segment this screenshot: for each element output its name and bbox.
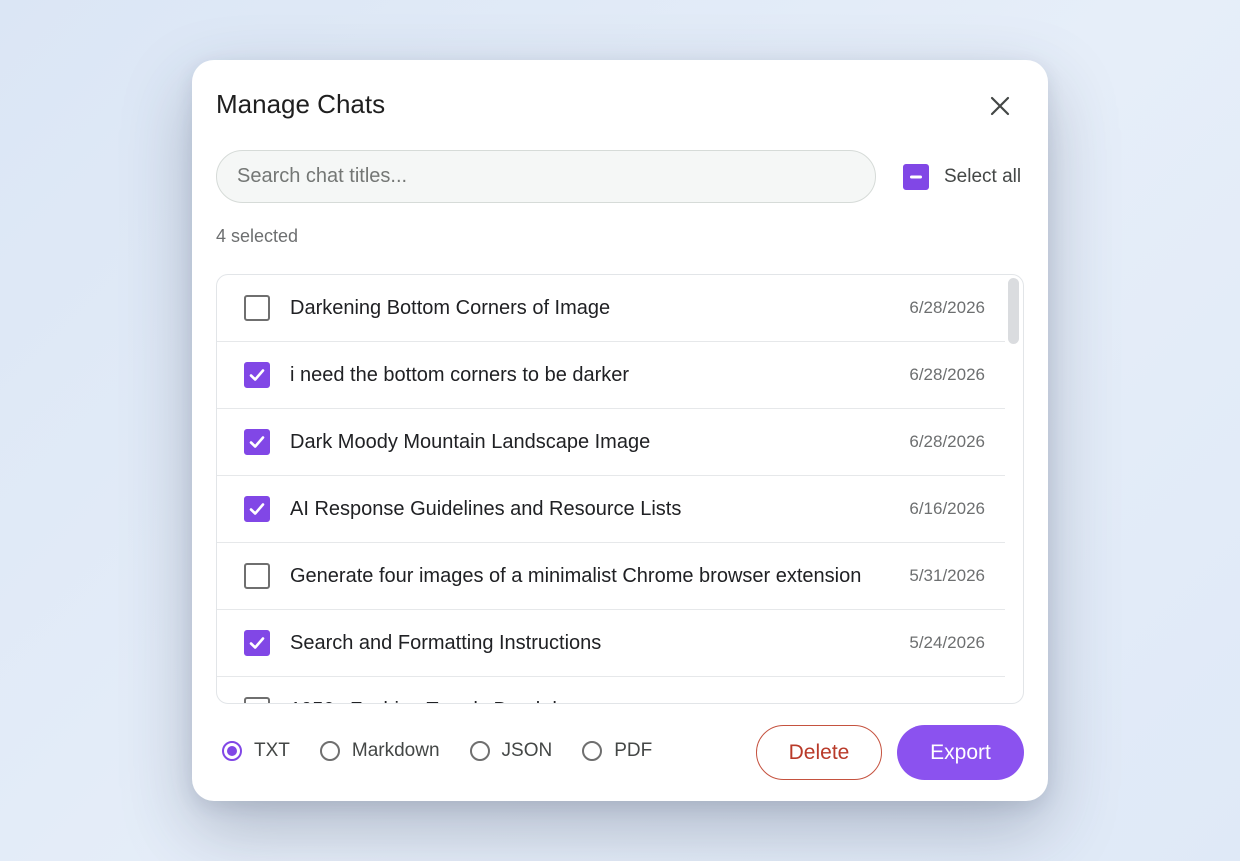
manage-chats-dialog: Manage Chats Select all 4 selected Darke… xyxy=(192,60,1048,801)
delete-button[interactable]: Delete xyxy=(756,725,882,780)
check-icon xyxy=(249,503,265,515)
chat-row-title: i need the bottom corners to be darker xyxy=(290,363,630,386)
indeterminate-icon xyxy=(910,175,922,179)
chat-row[interactable]: AI Response Guidelines and Resource List… xyxy=(217,476,1005,543)
format-radio[interactable] xyxy=(222,741,242,761)
chat-row[interactable]: i need the bottom corners to be darker 6/… xyxy=(217,342,1005,409)
format-label: Markdown xyxy=(351,740,440,761)
chat-row-title: Dark Moody Mountain Landscape Image xyxy=(290,430,651,453)
format-label: JSON xyxy=(501,740,553,761)
chat-row[interactable]: Generate four images of a minimalist Chr… xyxy=(217,543,1005,610)
chat-row-date: 6/28/2026 xyxy=(909,365,985,384)
format-label: TXT xyxy=(254,740,290,761)
format-option-pdf[interactable]: PDF xyxy=(582,740,652,762)
chat-row-date: 5/24/2026 xyxy=(909,633,985,652)
format-radio[interactable] xyxy=(319,741,340,761)
chat-row[interactable]: Darkening Bottom Corners of Image 6/28/20… xyxy=(217,275,1005,342)
chat-row-title: 1950s Fashion Trends Breakdown xyxy=(290,699,886,704)
list-scrollbar[interactable] xyxy=(1008,278,1019,344)
chat-row-checkbox[interactable] xyxy=(244,630,270,656)
format-label: PDF xyxy=(614,740,653,761)
format-option-markdown[interactable]: Markdown xyxy=(319,740,440,762)
chat-row-checkbox[interactable] xyxy=(244,697,270,703)
chat-row[interactable]: Search and Formatting Instructions 5/24/2… xyxy=(217,610,1005,677)
close-button[interactable] xyxy=(982,88,1018,124)
format-radio[interactable] xyxy=(582,741,603,761)
chat-row-date: 6/16/2026 xyxy=(909,499,985,518)
chat-row-checkbox[interactable] xyxy=(244,362,270,388)
chat-list[interactable]: Darkening Bottom Corners of Image 6/28/20… xyxy=(216,274,1024,704)
check-icon xyxy=(249,436,265,448)
chat-row-checkbox[interactable] xyxy=(244,295,270,321)
chat-row-date: 5/20/2026 xyxy=(909,700,985,703)
selected-count: 4 selected xyxy=(216,226,299,246)
format-radio[interactable] xyxy=(469,741,490,761)
chat-row-title: Generate four images of a minimalist Chr… xyxy=(290,564,862,587)
search-input[interactable] xyxy=(216,150,876,203)
export-format-group: TXT Markdown JSON PDF xyxy=(222,740,682,762)
export-button[interactable]: Export xyxy=(897,725,1024,780)
select-all-toggle[interactable]: Select all xyxy=(903,164,1021,190)
format-option-json[interactable]: JSON xyxy=(469,740,553,762)
chat-row-title: Darkening Bottom Corners of Image xyxy=(290,296,611,319)
check-icon xyxy=(249,637,265,649)
chat-row-checkbox[interactable] xyxy=(244,563,270,589)
chat-row-checkbox[interactable] xyxy=(244,429,270,455)
close-icon xyxy=(990,96,1010,116)
chat-row-title: AI Response Guidelines and Resource List… xyxy=(290,497,682,520)
chat-row-date: 6/28/2026 xyxy=(909,432,985,451)
dialog-title: Manage Chats xyxy=(216,89,386,119)
chat-row-date: 6/28/2026 xyxy=(909,298,985,317)
format-option-txt[interactable]: TXT xyxy=(222,740,290,762)
check-icon xyxy=(249,369,265,381)
chat-row[interactable]: 1950s Fashion Trends Breakdown 5/20/2026 xyxy=(217,677,1005,704)
select-all-checkbox[interactable] xyxy=(903,164,929,190)
select-all-label: Select all xyxy=(944,166,1022,187)
chat-row[interactable]: Dark Moody Mountain Landscape Image 6/28/… xyxy=(217,409,1005,476)
chat-row-title: Search and Formatting Instructions xyxy=(290,631,602,654)
chat-row-date: 5/31/2026 xyxy=(909,566,985,585)
chat-row-checkbox[interactable] xyxy=(244,496,270,522)
